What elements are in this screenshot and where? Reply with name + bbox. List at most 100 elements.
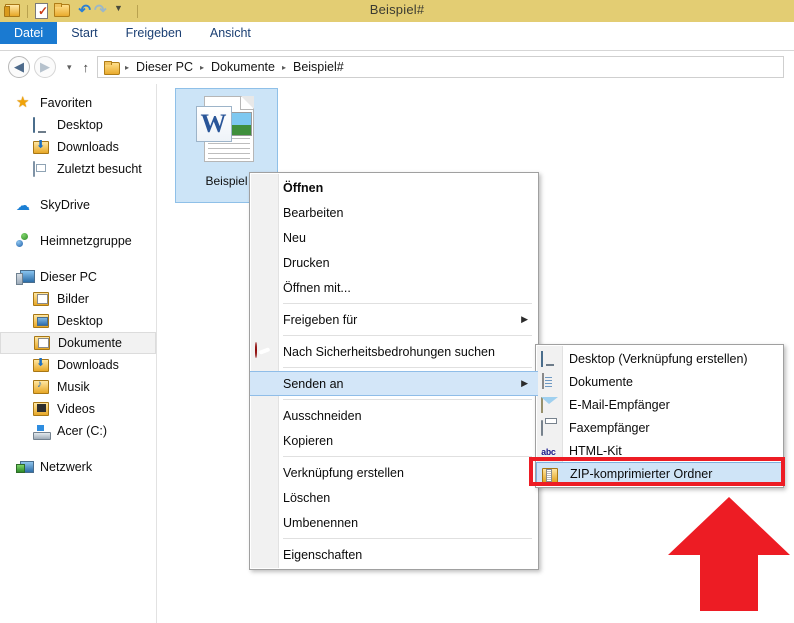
recent-locations-icon[interactable]: ▾ <box>60 62 79 73</box>
sidebar-item-bilder[interactable]: Bilder <box>0 288 156 310</box>
context-menu-item-oeffnen-mit[interactable]: Öffnen mit... <box>250 275 538 300</box>
downloads-folder-icon <box>33 357 51 373</box>
sidebar-item-label: Bilder <box>57 292 89 306</box>
monitor-icon <box>541 350 559 367</box>
file-item-label: Beispiel <box>205 174 248 188</box>
context-menu-item-bearbeiten[interactable]: Bearbeiten <box>250 200 538 225</box>
sidebar-item-label: Desktop <box>57 314 103 328</box>
submenu-item-email-empfaenger[interactable]: E-Mail-Empfänger <box>536 393 783 416</box>
forward-button[interactable]: ▶ <box>34 56 56 78</box>
menu-item-label: Öffnen mit... <box>283 280 351 295</box>
menu-item-label: Ausschneiden <box>283 408 362 423</box>
chevron-right-icon: ▶ <box>521 314 528 324</box>
menu-item-label: Dokumente <box>569 374 633 389</box>
context-menu-item-drucken[interactable]: Drucken <box>250 250 538 275</box>
ribbon-tabs: Datei Start Freigeben Ansicht <box>0 22 794 44</box>
context-menu-separator-4 <box>283 399 532 400</box>
sidebar-item-label: SkyDrive <box>40 198 91 212</box>
star-icon: ★ <box>16 94 30 111</box>
context-menu[interactable]: Öffnen Bearbeiten Neu Drucken Öffnen mit… <box>249 172 539 570</box>
sidebar-item-desktop[interactable]: Desktop <box>0 310 156 332</box>
context-menu-item-senden-an[interactable]: Senden an ▶ <box>250 371 538 396</box>
context-menu-item-eigenschaften[interactable]: Eigenschaften <box>250 542 538 567</box>
breadcrumb-item-0[interactable]: Dieser PC <box>133 60 196 74</box>
ribbon-body <box>0 44 794 51</box>
network-icon <box>16 459 34 475</box>
breadcrumb-folder-icon <box>104 60 121 75</box>
pictures-folder-icon <box>33 291 51 307</box>
context-menu-item-ausschneiden[interactable]: Ausschneiden <box>250 403 538 428</box>
sidebar-item-acer-c[interactable]: Acer (C:) <box>0 420 156 442</box>
sidebar-group-gap-4 <box>0 442 156 456</box>
menu-item-label: Senden an <box>283 376 344 391</box>
context-menu-item-sicherheitsbedrohungen[interactable]: Nach Sicherheitsbedrohungen suchen <box>250 339 538 364</box>
context-menu-item-loeschen[interactable]: Löschen <box>250 485 538 510</box>
downloads-folder-icon <box>33 139 51 155</box>
sidebar-item-dokumente[interactable]: Dokumente <box>0 332 156 354</box>
sidebar-item-desktop-fav[interactable]: Desktop <box>0 114 156 136</box>
address-bar: ◀ ▶ ▾ ↑ ▸ Dieser PC ▸ Dokumente ▸ Beispi… <box>0 51 794 83</box>
annotation-highlight-rectangle <box>529 457 785 486</box>
tab-datei[interactable]: Datei <box>0 22 58 44</box>
context-menu-separator-3 <box>283 367 532 368</box>
sidebar-item-label: Favoriten <box>40 96 93 110</box>
sidebar-item-downloads[interactable]: Downloads <box>0 354 156 376</box>
document-icon <box>541 373 559 390</box>
menu-item-label: Umbenennen <box>283 515 359 530</box>
drive-icon <box>33 423 51 439</box>
fax-icon <box>541 419 559 436</box>
breadcrumb[interactable]: ▸ Dieser PC ▸ Dokumente ▸ Beispiel# <box>97 56 784 78</box>
context-menu-item-neu[interactable]: Neu <box>250 225 538 250</box>
sidebar-group-gap-3 <box>0 252 156 266</box>
navigation-pane[interactable]: ★ Favoriten Desktop Downloads Zuletzt be… <box>0 84 157 623</box>
tab-freigeben[interactable]: Freigeben <box>112 22 196 44</box>
sidebar-item-label: Netzwerk <box>40 460 93 474</box>
title-bar: ↷ ↷ ▼ Beispiel# <box>0 0 794 22</box>
sidebar-item-label: Zuletzt besucht <box>57 162 142 176</box>
breadcrumb-item-1[interactable]: Dokumente <box>208 60 278 74</box>
menu-item-label: Desktop (Verknüpfung erstellen) <box>569 351 748 366</box>
sidebar-item-heimnetzgruppe[interactable]: Heimnetzgruppe <box>0 230 156 252</box>
context-menu-item-freigeben-fuer[interactable]: Freigeben für ▶ <box>250 307 538 332</box>
submenu-item-faxempfaenger[interactable]: Faxempfänger <box>536 416 783 439</box>
sidebar-item-label: Acer (C:) <box>57 424 107 438</box>
security-scan-icon <box>255 342 273 360</box>
up-button[interactable]: ↑ <box>79 60 98 75</box>
word-badge-letter: W <box>195 106 232 142</box>
context-menu-item-umbenennen[interactable]: Umbenennen <box>250 510 538 535</box>
context-menu-item-kopieren[interactable]: Kopieren <box>250 428 538 453</box>
context-menu-separator-1 <box>283 303 532 304</box>
sidebar-item-downloads-fav[interactable]: Downloads <box>0 136 156 158</box>
menu-item-label: Drucken <box>283 255 330 270</box>
sidebar-item-musik[interactable]: Musik <box>0 376 156 398</box>
chevron-right-icon: ▶ <box>521 378 528 388</box>
menu-item-label: Eigenschaften <box>283 547 363 562</box>
sidebar-item-label: Downloads <box>57 358 119 372</box>
annotation-arrow-up-icon <box>666 495 792 613</box>
tab-start[interactable]: Start <box>57 22 111 44</box>
sidebar-item-skydrive[interactable]: ☁ SkyDrive <box>0 194 156 216</box>
submenu-item-desktop-shortcut[interactable]: Desktop (Verknüpfung erstellen) <box>536 347 783 370</box>
sidebar-item-label: Dokumente <box>58 336 122 350</box>
sidebar-item-label: Downloads <box>57 140 119 154</box>
breadcrumb-sep-2: ▸ <box>281 62 286 72</box>
context-menu-item-oeffnen[interactable]: Öffnen <box>250 175 538 200</box>
sidebar-item-videos[interactable]: Videos <box>0 398 156 420</box>
submenu-item-dokumente[interactable]: Dokumente <box>536 370 783 393</box>
cloud-icon: ☁ <box>16 197 30 213</box>
sidebar-item-zuletzt-besucht[interactable]: Zuletzt besucht <box>0 158 156 180</box>
sidebar-item-netzwerk[interactable]: Netzwerk <box>0 456 156 478</box>
homegroup-icon <box>16 233 34 249</box>
sidebar-item-dieser-pc[interactable]: Dieser PC <box>0 266 156 288</box>
breadcrumb-sep-1: ▸ <box>200 62 205 72</box>
sidebar-item-label: Dieser PC <box>40 270 97 284</box>
sidebar-item-favoriten[interactable]: ★ Favoriten <box>0 92 156 114</box>
back-button[interactable]: ◀ <box>8 56 30 78</box>
tab-ansicht[interactable]: Ansicht <box>196 22 265 44</box>
breadcrumb-item-2[interactable]: Beispiel# <box>290 60 347 74</box>
menu-item-label: Nach Sicherheitsbedrohungen suchen <box>283 344 495 359</box>
documents-folder-icon <box>34 335 52 351</box>
sidebar-item-label: Videos <box>57 402 95 416</box>
context-menu-item-verknuepfung-erstellen[interactable]: Verknüpfung erstellen <box>250 460 538 485</box>
menu-item-label: Bearbeiten <box>283 205 344 220</box>
